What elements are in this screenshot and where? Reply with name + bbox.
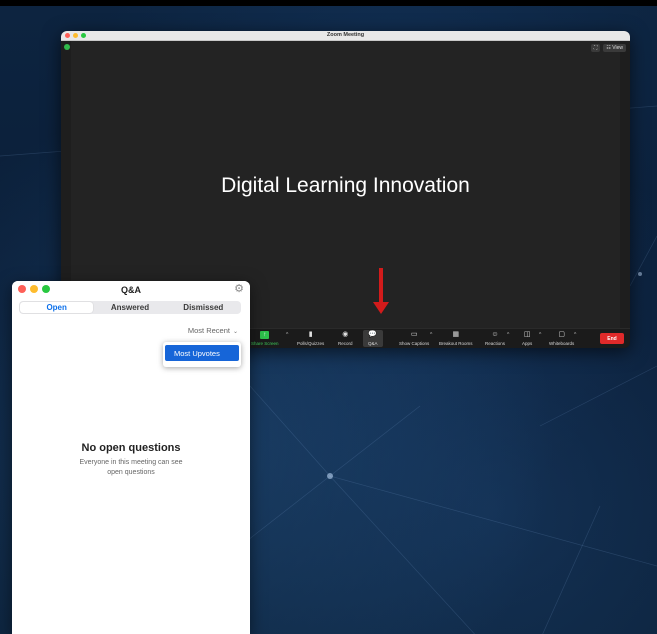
record-label: Record — [338, 341, 353, 346]
breakout-rooms-icon: ▦ — [452, 331, 460, 338]
whiteboards-button[interactable]: ▢ Whiteboards — [549, 331, 574, 346]
show-captions-button[interactable]: ▭ Show Captions — [399, 331, 429, 346]
whiteboards-icon: ▢ — [558, 331, 565, 338]
tab-open[interactable]: Open — [20, 302, 94, 313]
record-button[interactable]: ◉ Record — [338, 331, 353, 346]
whiteboards-label: Whiteboards — [549, 341, 575, 346]
breakout-rooms-label: Breakout Rooms — [439, 341, 473, 346]
qa-titlebar: Q&A ⚙ — [12, 281, 250, 299]
end-meeting-button[interactable]: End — [600, 333, 624, 344]
share-screen-label: Share Screen — [251, 341, 279, 346]
empty-state: No open questions Everyone in this meeti… — [12, 442, 250, 478]
tab-answered[interactable]: Answered — [93, 302, 166, 313]
reactions-label: Reactions — [485, 341, 506, 346]
apps-label: Apps — [522, 341, 533, 346]
fullscreen-icon[interactable]: ⛶ — [590, 44, 601, 52]
reactions-button[interactable]: ☺ Reactions — [485, 331, 505, 346]
empty-state-title: No open questions — [81, 442, 181, 454]
sort-dropdown[interactable]: Most Recent ⌄ — [188, 326, 238, 335]
share-options-chevron-icon[interactable]: ^ — [286, 332, 288, 338]
breakout-rooms-button[interactable]: ▦ Breakout Rooms — [439, 331, 473, 346]
slide-title: Digital Learning Innovation — [221, 173, 470, 197]
polls-button[interactable]: ▮ Polls/Quizzes — [297, 331, 324, 346]
tab-dismissed[interactable]: Dismissed — [167, 302, 240, 313]
chevron-down-icon: ⌄ — [232, 329, 238, 335]
whiteboards-options-chevron-icon[interactable]: ^ — [574, 332, 576, 338]
qa-icon: 💬 — [368, 331, 378, 338]
qa-button[interactable]: 💬 Q&A — [363, 330, 383, 347]
gear-icon[interactable]: ⚙ — [234, 284, 244, 295]
sort-menu: Most Upvotes — [163, 342, 241, 367]
polls-label: Polls/Quizzes — [297, 341, 325, 346]
share-screen-button[interactable]: ↑ Share Screen — [251, 331, 279, 346]
view-controls: ⛶ ☷ View — [590, 44, 626, 52]
apps-button[interactable]: ◫ Apps — [522, 331, 532, 346]
reactions-options-chevron-icon[interactable]: ^ — [507, 332, 509, 338]
captions-icon: ▭ — [410, 331, 418, 338]
qa-tabs: Open Answered Dismissed — [19, 301, 241, 314]
empty-state-subtitle: Everyone in this meeting can see open qu… — [79, 459, 183, 476]
qa-window-title: Q&A — [121, 285, 141, 295]
record-icon: ◉ — [342, 331, 349, 338]
zoom-window-title: Zoom Meeting — [326, 32, 365, 38]
polls-icon: ▮ — [308, 331, 313, 338]
apps-icon: ◫ — [523, 331, 531, 338]
security-shield-icon[interactable] — [64, 44, 70, 50]
reactions-icon: ☺ — [491, 331, 499, 338]
captions-options-chevron-icon[interactable]: ^ — [430, 332, 432, 338]
qa-window: Q&A ⚙ Open Answered Dismissed Most Recen… — [12, 281, 250, 634]
apps-options-chevron-icon[interactable]: ^ — [539, 332, 541, 338]
qa-label: Q&A — [368, 341, 378, 346]
share-screen-icon: ↑ — [260, 331, 270, 339]
sort-label: Most Recent — [187, 326, 230, 335]
view-button[interactable]: ☷ View — [603, 44, 626, 52]
sort-option-most-upvotes[interactable]: Most Upvotes — [165, 345, 239, 361]
zoom-titlebar: Zoom Meeting — [61, 31, 630, 41]
captions-label: Show Captions — [399, 341, 430, 346]
view-label: View — [612, 45, 623, 51]
annotation-arrow-shaft — [379, 268, 383, 304]
annotation-arrow-down-icon — [373, 302, 389, 314]
